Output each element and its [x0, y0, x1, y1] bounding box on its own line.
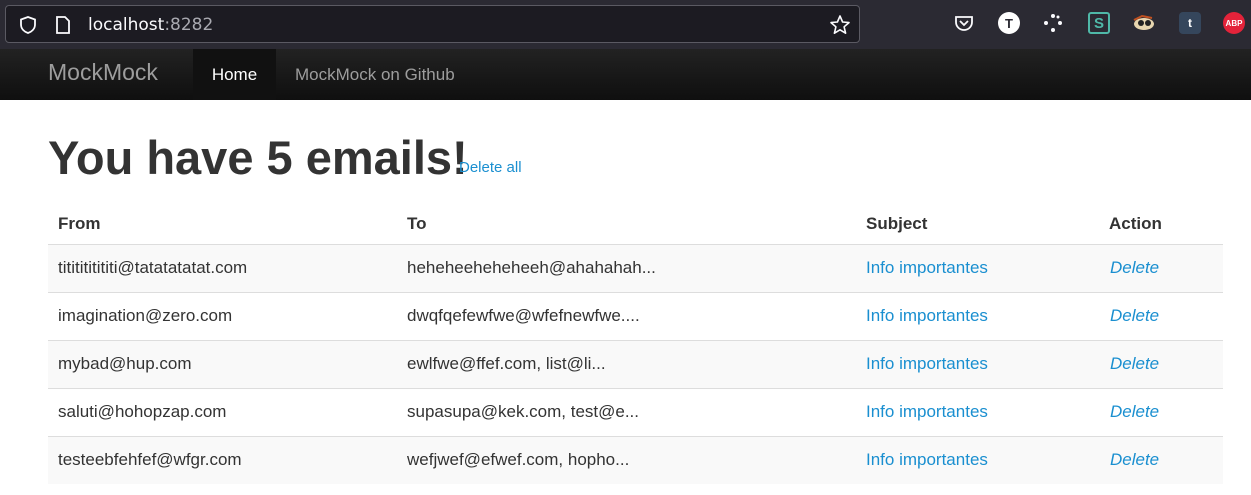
- browser-toolbar: localhost:8282 T S t ABP: [0, 0, 1251, 49]
- emails-table: From To Subject Action tititititititi@ta…: [48, 204, 1223, 484]
- subject-link[interactable]: Info importantes: [856, 291, 1099, 340]
- page-title: You have 5 emails!: [48, 131, 468, 184]
- shield-icon[interactable]: [18, 15, 38, 35]
- column-header-subject: Subject: [856, 204, 1099, 245]
- brand-link[interactable]: MockMock: [48, 59, 158, 86]
- subject-link[interactable]: Info importantes: [856, 243, 1099, 292]
- to-cell: supasupa@kek.com, test@e...: [397, 387, 856, 436]
- url-text[interactable]: localhost:8282: [88, 15, 213, 35]
- s-icon[interactable]: S: [1087, 11, 1111, 35]
- delete-link[interactable]: Delete: [1099, 387, 1223, 436]
- adblock-icon[interactable]: ABP: [1222, 11, 1246, 35]
- to-cell: heheheeheheheeh@ahahahah...: [397, 243, 856, 292]
- from-cell: imagination@zero.com: [48, 291, 397, 340]
- from-cell: tititititititi@tatatatatat.com: [48, 243, 397, 292]
- from-cell: saluti@hohopzap.com: [48, 387, 397, 436]
- address-bar[interactable]: localhost:8282: [5, 5, 860, 43]
- nav-item-github[interactable]: MockMock on Github: [295, 49, 455, 100]
- from-cell: testeebfehfef@wfgr.com: [48, 435, 397, 484]
- table-row: imagination@zero.com dwqfqefewfwe@wfefne…: [48, 291, 1223, 340]
- delete-link[interactable]: Delete: [1099, 435, 1223, 484]
- subject-link[interactable]: Info importantes: [856, 339, 1099, 388]
- bird-icon[interactable]: [1132, 11, 1156, 35]
- table-row: tititititititi@tatatatatat.com heheheehe…: [48, 243, 1223, 292]
- bookmark-star-icon[interactable]: [829, 14, 851, 36]
- to-cell: dwqfqefewfwe@wfefnewfwe....: [397, 291, 856, 340]
- from-cell: mybad@hup.com: [48, 339, 397, 388]
- nav-item-home[interactable]: Home: [193, 49, 276, 100]
- tumblr-icon[interactable]: t: [1178, 11, 1202, 35]
- subject-link[interactable]: Info importantes: [856, 435, 1099, 484]
- delete-link[interactable]: Delete: [1099, 243, 1223, 292]
- to-cell: wefjwef@efwef.com, hopho...: [397, 435, 856, 484]
- dots-icon[interactable]: [1041, 11, 1065, 35]
- column-header-action: Action: [1099, 204, 1223, 245]
- page-icon: [56, 16, 70, 34]
- table-row: saluti@hohopzap.com supasupa@kek.com, te…: [48, 387, 1223, 436]
- delete-link[interactable]: Delete: [1099, 339, 1223, 388]
- t-avatar-icon[interactable]: T: [997, 11, 1021, 35]
- subject-link[interactable]: Info importantes: [856, 387, 1099, 436]
- to-cell: ewlfwe@ffef.com, list@li...: [397, 339, 856, 388]
- column-header-to: To: [397, 204, 856, 245]
- pocket-icon[interactable]: [952, 11, 976, 35]
- table-header-row: From To Subject Action: [48, 204, 1223, 245]
- table-row: testeebfehfef@wfgr.com wefjwef@efwef.com…: [48, 435, 1223, 484]
- column-header-from: From: [48, 204, 397, 245]
- table-row: mybad@hup.com ewlfwe@ffef.com, list@li..…: [48, 339, 1223, 388]
- navbar: MockMock Home MockMock on Github: [0, 49, 1251, 100]
- delete-link[interactable]: Delete: [1099, 291, 1223, 340]
- delete-all-link[interactable]: Delete all: [459, 159, 522, 176]
